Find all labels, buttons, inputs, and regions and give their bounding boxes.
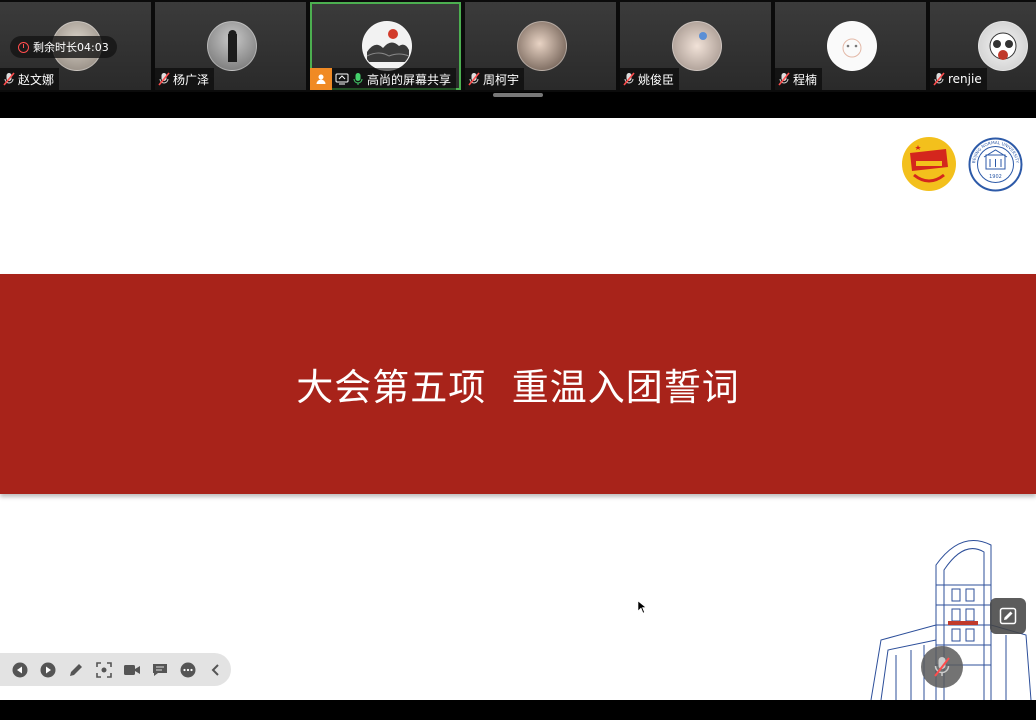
avatar bbox=[978, 21, 1028, 71]
title-band: 大会第五项 重温入团誓词 bbox=[0, 274, 1036, 494]
participant-name-tag: 杨广泽 bbox=[155, 68, 215, 90]
participant-tile[interactable]: 杨广泽 bbox=[155, 2, 306, 90]
pen-icon[interactable] bbox=[62, 656, 90, 684]
communist-youth-league-emblem-icon bbox=[902, 137, 956, 191]
clock-icon bbox=[18, 41, 29, 53]
participant-name: 杨广泽 bbox=[173, 72, 210, 87]
chat-icon[interactable] bbox=[146, 656, 174, 684]
host-badge-icon bbox=[310, 68, 332, 90]
avatar bbox=[671, 21, 722, 71]
remaining-time-label: 剩余时长04:03 bbox=[33, 41, 109, 54]
edit-icon bbox=[999, 607, 1017, 625]
mic-muted-icon bbox=[933, 72, 945, 86]
participant-name: 程楠 bbox=[793, 72, 818, 87]
screen-share-icon bbox=[335, 73, 349, 85]
next-icon[interactable] bbox=[34, 656, 62, 684]
collapse-icon[interactable] bbox=[202, 656, 230, 684]
seal-year: 1902 bbox=[989, 174, 1002, 180]
avatar bbox=[361, 21, 412, 71]
participant-name-tag: renjie bbox=[930, 68, 987, 90]
mic-muted-icon bbox=[623, 72, 635, 86]
participant-name-tag: 周柯宇 bbox=[465, 68, 525, 90]
participant-strip: 剩余时长04:03 赵文娜 杨广泽 高尚的屏幕共享 周柯宇 姚俊臣 程楠 ren… bbox=[0, 0, 1036, 92]
participant-name: renjie bbox=[948, 72, 982, 86]
participant-tile-active[interactable]: 高尚的屏幕共享 bbox=[310, 2, 461, 90]
participant-tile[interactable]: 周柯宇 bbox=[465, 2, 616, 90]
slide-title: 大会第五项 重温入团誓词 bbox=[296, 366, 740, 409]
participant-name: 姚俊臣 bbox=[638, 72, 675, 87]
bottom-bar bbox=[0, 700, 1036, 720]
mic-active-icon bbox=[353, 73, 363, 85]
strip-drag-handle[interactable] bbox=[493, 93, 543, 97]
participant-tile[interactable]: 程楠 bbox=[775, 2, 926, 90]
shared-screen-slide: 1902 BEIJING NORMAL UNIVERSITY 大会第五项 重温入… bbox=[0, 118, 1036, 700]
participant-name-tag: 赵文娜 bbox=[0, 68, 60, 90]
participant-name-tag: 程楠 bbox=[775, 68, 823, 90]
participant-name-tag: 高尚的屏幕共享 bbox=[310, 68, 457, 90]
camera-icon[interactable] bbox=[118, 656, 146, 684]
beijing-normal-university-seal-icon: 1902 BEIJING NORMAL UNIVERSITY bbox=[968, 137, 1023, 192]
participant-name: 高尚的屏幕共享 bbox=[367, 72, 452, 87]
avatar bbox=[206, 21, 257, 71]
mic-muted-icon bbox=[778, 72, 790, 86]
participant-name: 赵文娜 bbox=[18, 72, 55, 87]
presentation-toolbar bbox=[0, 653, 231, 686]
participant-tile[interactable]: 剩余时长04:03 赵文娜 bbox=[0, 2, 151, 90]
mic-muted-icon bbox=[934, 657, 950, 677]
mic-muted-icon bbox=[158, 72, 170, 86]
remaining-time-badge: 剩余时长04:03 bbox=[10, 36, 117, 58]
participant-tile[interactable]: renjie bbox=[930, 2, 1036, 90]
annotate-edit-button[interactable] bbox=[990, 598, 1026, 634]
prev-icon[interactable] bbox=[6, 656, 34, 684]
mic-muted-icon bbox=[3, 72, 15, 86]
participant-name-tag: 姚俊臣 bbox=[620, 68, 680, 90]
mic-muted-icon bbox=[468, 72, 480, 86]
mic-toggle-button[interactable] bbox=[921, 646, 963, 688]
avatar bbox=[826, 21, 877, 71]
participant-tile[interactable]: 姚俊臣 bbox=[620, 2, 771, 90]
more-icon[interactable] bbox=[174, 656, 202, 684]
screenshot-icon[interactable] bbox=[90, 656, 118, 684]
avatar bbox=[516, 21, 567, 71]
mouse-cursor-icon bbox=[638, 601, 646, 613]
participant-name: 周柯宇 bbox=[483, 72, 520, 87]
